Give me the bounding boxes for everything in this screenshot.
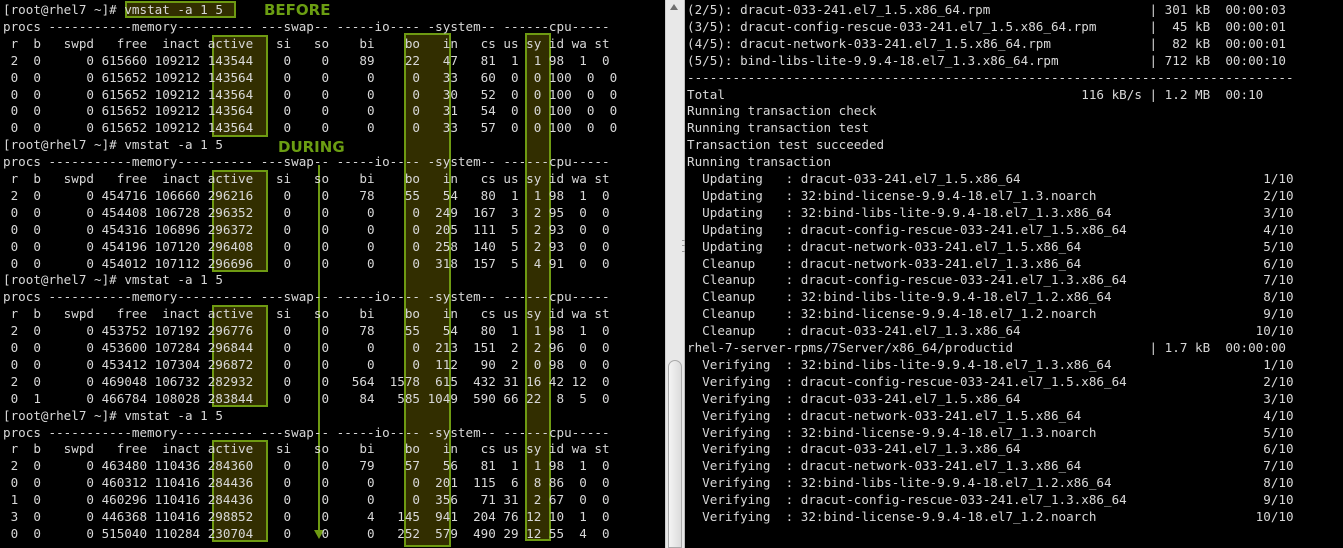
terminal-line: Verifying : 32:bind-license-9.9.4-18.el7… bbox=[687, 509, 1294, 524]
terminal-line: Total 116 kB/s | 1.2 MB 00:10 bbox=[687, 86, 1264, 102]
vmstat-row: 0 0 0 453412 107304 296872 0 0 0 0 112 9… bbox=[3, 356, 610, 372]
command-line: [root@rhel7 ~]# vmstat -a 1 5 bbox=[3, 271, 223, 288]
terminal-line: Cleanup : 32:bind-libs-lite-9.9.4-18.el7… bbox=[687, 289, 1294, 305]
terminal-line: (2/5): dracut-033-241.el7_1.5.x86_64.rpm… bbox=[687, 2, 1286, 17]
vmstat-row: 2 0 0 615660 109212 143544 0 0 89 22 47 … bbox=[3, 52, 610, 68]
group-header: procs -----------memory---------- ---swa… bbox=[3, 289, 610, 305]
left-pane-scrollbar[interactable] bbox=[665, 0, 685, 548]
vmstat-row: 0 0 0 454316 106896 296372 0 0 0 0 205 1… bbox=[3, 221, 610, 237]
right-terminal-pane[interactable]: (2/5): dracut-033-241.el7_1.5.x86_64.rpm… bbox=[685, 0, 1343, 548]
group-header: procs -----------memory---------- ---swa… bbox=[3, 424, 610, 440]
vmstat-row: 2 0 0 454716 106660 296216 0 0 78 55 54 … bbox=[3, 187, 610, 203]
terminal-line: Updating : 32:bind-libs-lite-9.9.4-18.el… bbox=[687, 204, 1294, 220]
terminal-line: ----------------------------------------… bbox=[687, 69, 1294, 85]
scroll-thumb[interactable] bbox=[668, 360, 682, 548]
group-header: procs -----------memory---------- ---swa… bbox=[3, 154, 610, 170]
command-text: vmstat -a 1 5 bbox=[124, 137, 223, 153]
terminal-line: (3/5): dracut-config-rescue-033-241.el7_… bbox=[687, 18, 1286, 34]
terminal-line: Verifying : dracut-033-241.el7_1.5.x86_6… bbox=[687, 390, 1294, 406]
vmstat-row: 0 0 0 615652 109212 143564 0 0 0 0 33 60… bbox=[3, 69, 618, 85]
command-line: [root@rhel7 ~]# vmstat -a 1 5 bbox=[3, 1, 223, 18]
command-line: [root@rhel7 ~]# vmstat -a 1 5 bbox=[3, 136, 223, 153]
vmstat-row: 0 0 0 615652 109212 143564 0 0 0 0 30 52… bbox=[3, 86, 618, 102]
command-text: vmstat -a 1 5 bbox=[124, 272, 223, 288]
vmstat-row: 0 0 0 454408 106728 296352 0 0 0 0 249 1… bbox=[3, 204, 610, 220]
terminal-line: Updating : dracut-033-241.el7_1.5.x86_64… bbox=[687, 171, 1294, 186]
vmstat-row: 2 0 0 453752 107192 296776 0 0 78 55 54 … bbox=[3, 323, 610, 339]
terminal-line: Verifying : dracut-config-rescue-033-241… bbox=[687, 373, 1294, 389]
terminal-line: (4/5): dracut-network-033-241.el7_1.5.x8… bbox=[687, 35, 1286, 51]
terminal-line: Verifying : 32:bind-libs-lite-9.9.4-18.e… bbox=[687, 475, 1294, 491]
shell-prompt: [root@rhel7 ~]# bbox=[3, 272, 125, 288]
terminal-line: Verifying : 32:bind-libs-lite-9.9.4-18.e… bbox=[687, 356, 1294, 372]
terminal-line: Verifying : dracut-033-241.el7_1.3.x86_6… bbox=[687, 441, 1294, 457]
terminal-line: Verifying : dracut-network-033-241.el7_1… bbox=[687, 458, 1294, 474]
terminal-line: Updating : 32:bind-license-9.9.4-18.el7_… bbox=[687, 187, 1294, 203]
vmstat-row: 0 0 0 454196 107120 296408 0 0 0 0 258 1… bbox=[3, 238, 610, 254]
terminal-line: Cleanup : dracut-033-241.el7_1.3.x86_64 … bbox=[687, 323, 1294, 339]
vmstat-row: 0 1 0 466784 108028 283844 0 0 84 585 10… bbox=[3, 390, 610, 406]
vmstat-row: 0 0 0 460312 110416 284436 0 0 0 0 201 1… bbox=[3, 475, 610, 491]
terminal-line: (5/5): bind-libs-lite-9.9.4-18.el7_1.3.x… bbox=[687, 52, 1286, 68]
terminal-line: Verifying : dracut-network-033-241.el7_1… bbox=[687, 407, 1294, 423]
left-terminal-pane[interactable]: BEFORE DURING [root@rhel7 ~]# vmstat -a … bbox=[0, 0, 665, 548]
terminal-line: Verifying : dracut-config-rescue-033-241… bbox=[687, 492, 1294, 508]
terminal-line: Cleanup : dracut-network-033-241.el7_1.3… bbox=[687, 255, 1294, 271]
terminal-line: Cleanup : dracut-config-rescue-033-241.e… bbox=[687, 272, 1294, 288]
command-line: [root@rhel7 ~]# vmstat -a 1 5 bbox=[3, 407, 223, 424]
vmstat-row: 0 0 0 453600 107284 296844 0 0 0 0 213 1… bbox=[3, 340, 610, 355]
shell-prompt: [root@rhel7 ~]# bbox=[3, 2, 125, 17]
vmstat-row: 0 0 0 615652 109212 143564 0 0 0 0 33 57… bbox=[3, 120, 618, 136]
vmstat-row: 2 0 0 463480 110436 284360 0 0 79 57 56 … bbox=[3, 458, 610, 474]
terminal-line: Updating : dracut-config-rescue-033-241.… bbox=[687, 221, 1294, 237]
terminal-line: Transaction test succeeded bbox=[687, 137, 885, 153]
command-text: vmstat -a 1 5 bbox=[124, 407, 223, 423]
column-header: r b swpd free inact active si so bi bo i… bbox=[3, 441, 610, 457]
vmstat-row: 0 0 0 454012 107112 296696 0 0 0 0 318 1… bbox=[3, 255, 610, 271]
before-label: BEFORE bbox=[264, 1, 331, 19]
shell-prompt: [root@rhel7 ~]# bbox=[3, 407, 125, 423]
vmstat-row: 0 0 0 515040 110284 230704 0 0 0 252 579… bbox=[3, 525, 610, 541]
terminal-line: Verifying : 32:bind-license-9.9.4-18.el7… bbox=[687, 424, 1294, 440]
command-text: vmstat -a 1 5 bbox=[124, 2, 223, 17]
scroll-up-arrow-icon[interactable] bbox=[670, 4, 678, 10]
vmstat-row: 2 0 0 469048 106732 282932 0 0 564 1578 … bbox=[3, 373, 610, 389]
vmstat-row: 1 0 0 460296 110416 284436 0 0 0 0 356 7… bbox=[3, 492, 610, 508]
column-header: r b swpd free inact active si so bi bo i… bbox=[3, 171, 610, 186]
group-header: procs -----------memory---------- ---swa… bbox=[3, 18, 610, 34]
column-header: r b swpd free inact active si so bi bo i… bbox=[3, 306, 610, 322]
vmstat-row: 0 0 0 615652 109212 143564 0 0 0 0 31 54… bbox=[3, 103, 618, 119]
terminal-line: rhel-7-server-rpms/7Server/x86_64/produc… bbox=[687, 340, 1286, 355]
shell-prompt: [root@rhel7 ~]# bbox=[3, 137, 125, 153]
column-header: r b swpd free inact active si so bi bo i… bbox=[3, 35, 610, 51]
terminal-line: Running transaction check bbox=[687, 103, 877, 119]
terminal-line: Running transaction test bbox=[687, 120, 869, 136]
vmstat-row: 3 0 0 446368 110416 298852 0 0 4 145 941… bbox=[3, 509, 610, 524]
terminal-line: Updating : dracut-network-033-241.el7_1.… bbox=[687, 238, 1294, 254]
terminal-line: Running transaction bbox=[687, 154, 832, 170]
terminal-line: Cleanup : 32:bind-license-9.9.4-18.el7_1… bbox=[687, 306, 1294, 322]
